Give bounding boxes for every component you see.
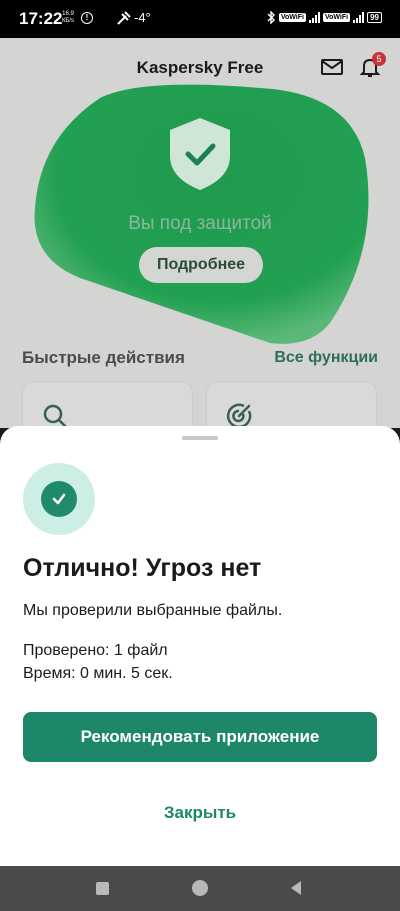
protection-status: Вы под защитой	[128, 213, 272, 234]
status-bar: 17:22 16.9 КБ/s ! -4° VoWiFi VoWiFi 99	[0, 0, 400, 38]
result-title: Отлично! Угроз нет	[23, 554, 262, 582]
system-nav-bar	[0, 866, 400, 911]
bluetooth-icon	[267, 11, 275, 24]
vowifi-badge-2: VoWiFi	[322, 13, 351, 22]
scan-result-sheet: Отлично! Угроз нет Мы проверили выбранны…	[0, 426, 400, 866]
scan-duration: Время: 0 мин. 5 сек.	[23, 665, 173, 682]
back-icon[interactable]	[288, 880, 304, 896]
home-icon[interactable]	[192, 880, 208, 896]
recommend-app-button[interactable]: Рекомендовать приложение	[23, 712, 377, 762]
weather-icon	[117, 11, 131, 25]
battery-icon: 99	[367, 12, 382, 23]
recent-apps-icon[interactable]	[96, 882, 109, 895]
checked-count: Проверено: 1 файл	[23, 642, 168, 659]
shield-icon	[170, 118, 230, 190]
mail-icon[interactable]	[320, 57, 344, 77]
all-functions-link[interactable]: Все функции	[274, 349, 378, 367]
net-speed: 16.9 КБ/s	[61, 11, 75, 25]
signal-icon	[308, 12, 320, 23]
details-button[interactable]: Подробнее	[139, 247, 263, 283]
status-right: VoWiFi VoWiFi 99	[267, 11, 382, 24]
success-badge	[23, 463, 95, 535]
close-button[interactable]: Закрыть	[0, 803, 400, 823]
net-speed-unit: КБ/s	[61, 18, 75, 24]
sheet-drag-handle[interactable]	[182, 436, 218, 440]
check-icon	[41, 481, 77, 517]
result-description: Мы проверили выбранные файлы.	[23, 602, 283, 619]
notification-badge: 5	[372, 52, 386, 66]
search-icon	[43, 404, 68, 428]
quick-action-card-2[interactable]	[206, 381, 377, 428]
radar-icon	[226, 403, 252, 428]
status-time: 17:22	[19, 9, 63, 28]
vowifi-badge-1: VoWiFi	[278, 13, 306, 22]
net-speed-value: 16.9	[62, 11, 74, 17]
app-background: Kaspersky Free 5 Вы под защитой Подробне…	[0, 38, 400, 428]
alert-circle-icon: !	[81, 12, 93, 24]
signal-icon-2	[353, 12, 365, 23]
temperature: -4°	[134, 10, 151, 25]
quick-action-scan-card[interactable]	[22, 381, 193, 428]
quick-actions-title: Быстрые действия	[22, 348, 185, 367]
